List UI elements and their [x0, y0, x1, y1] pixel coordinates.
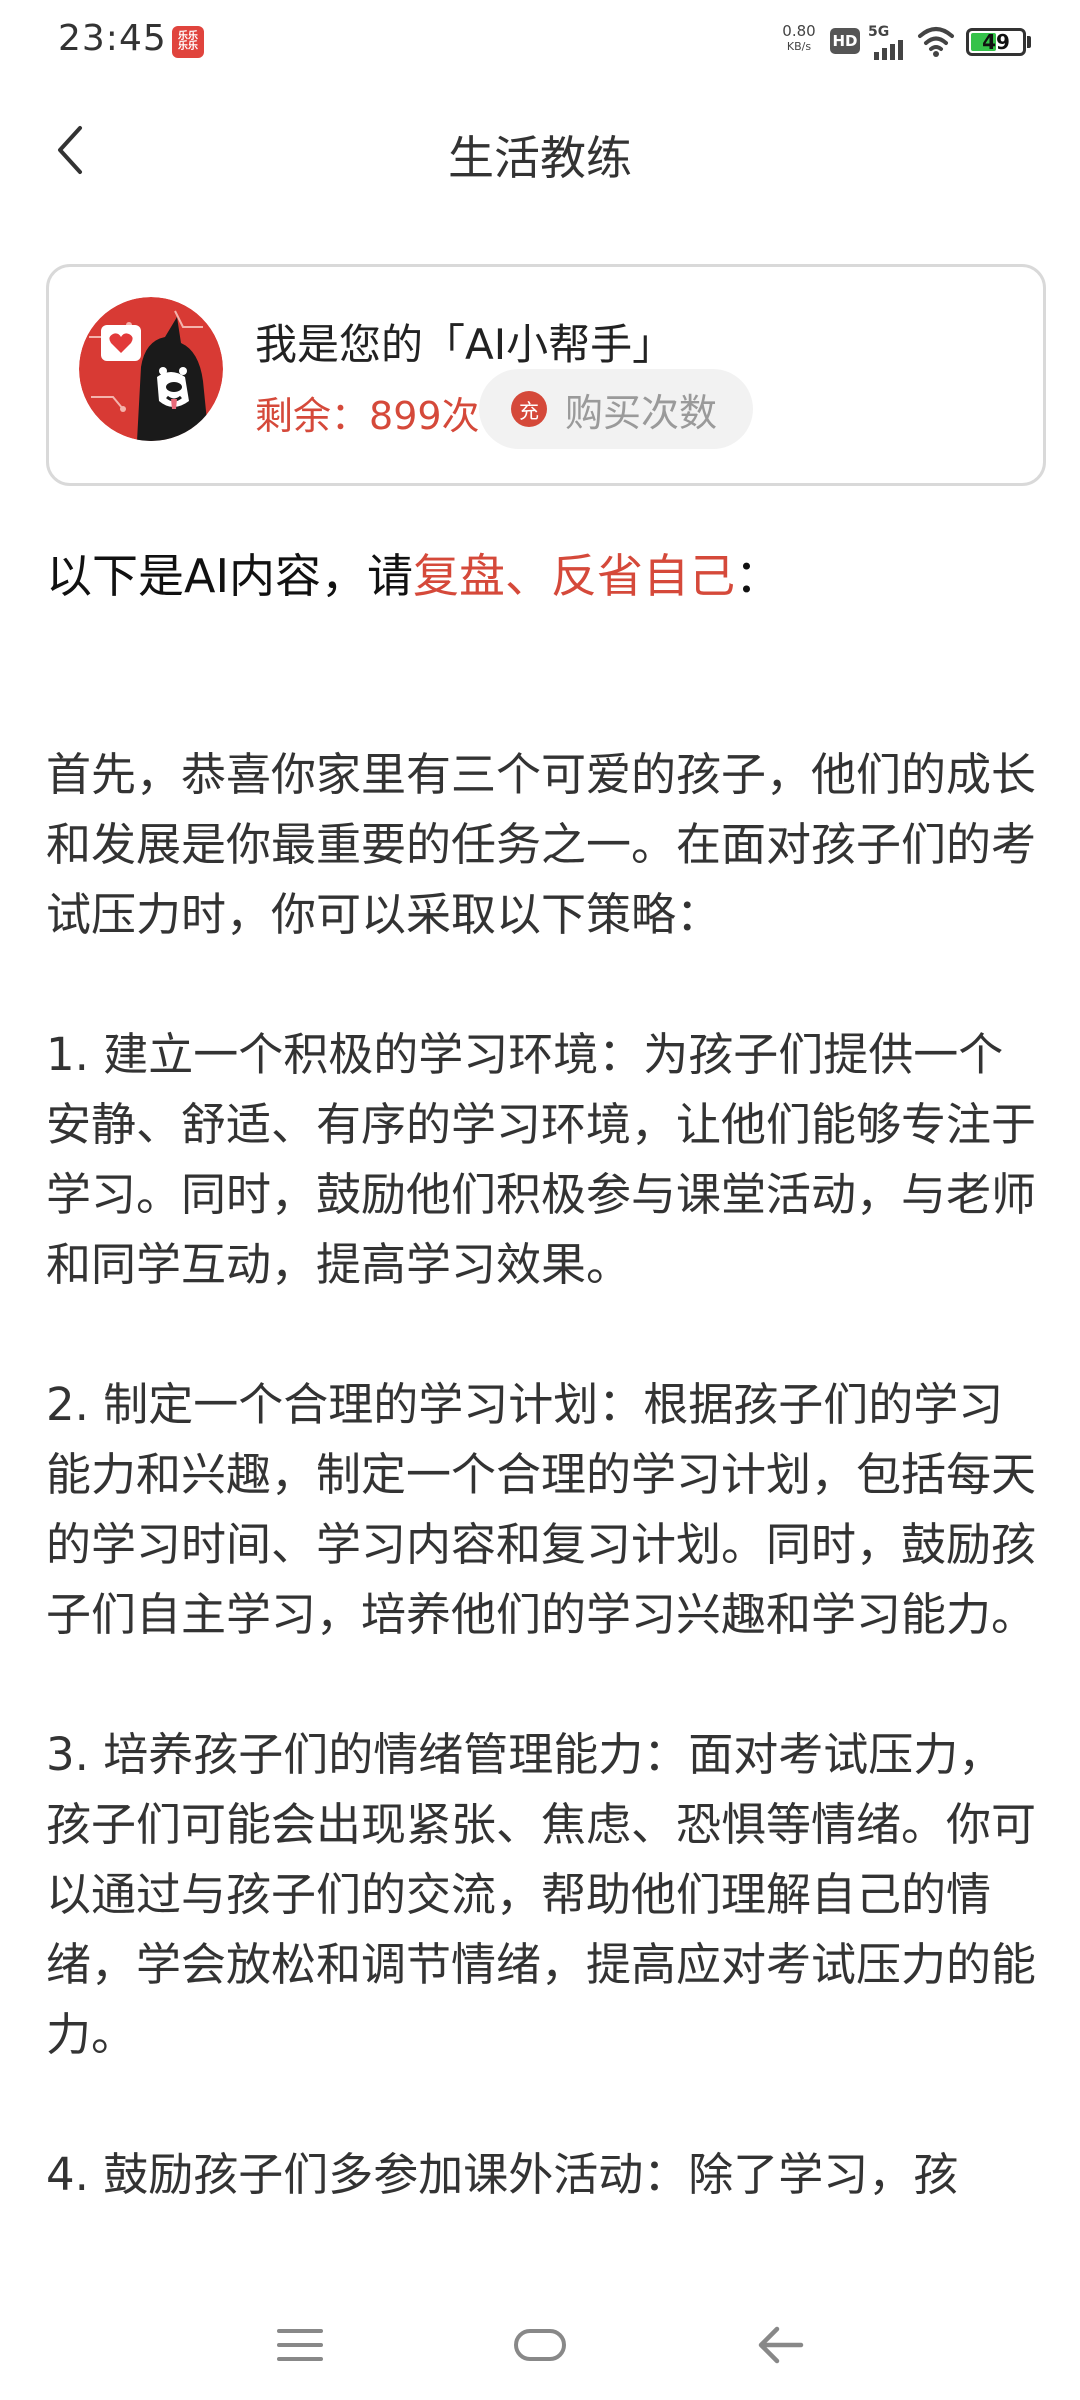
status-time: 23:45: [58, 18, 167, 59]
network-speed-unit: KB/s: [786, 40, 812, 53]
buy-count-button[interactable]: 充 购买次数: [479, 369, 753, 449]
content-paragraph: 3. 培养孩子们的情绪管理能力：面对考试压力，孩子们可能会出现紧张、焦虑、恐惧等…: [46, 1728, 1037, 2061]
recharge-icon: 充: [511, 391, 547, 427]
content-paragraph: 首先，恭喜你家里有三个可爱的孩子，他们的成长和发展是你最重要的任务之一。在面对孩…: [46, 748, 1037, 941]
buy-count-label: 购买次数: [565, 390, 718, 435]
remaining-label: 剩余：: [255, 394, 370, 438]
content-paragraph: 2. 制定一个合理的学习计划：根据孩子们的学习能力和兴趣，制定一个合理的学习计划…: [46, 1378, 1037, 1641]
ai-helper-title: 我是您的「AI小帮手」: [255, 320, 675, 369]
svg-text:5G: 5G: [868, 24, 889, 40]
ai-avatar-image: [79, 297, 223, 441]
app-notification-icon-text: 乐乐 乐乐: [178, 31, 198, 52]
intro-prefix: 以下是AI内容，请: [46, 549, 414, 603]
page-title: 生活教练: [448, 131, 632, 185]
content-paragraph: 1. 建立一个积极的学习环境：为孩子们提供一个安静、舒适、有序的学习环境，让他们…: [46, 1028, 1037, 1291]
content-paragraph: 4. 鼓励孩子们多参加课外活动：除了学习，孩: [46, 2148, 959, 2201]
system-navigation-bar: [0, 2290, 1080, 2400]
battery-level: 49: [982, 30, 1010, 54]
status-bar: 23:45 乐乐 乐乐 0.80 KB/s HD 5G 49: [0, 0, 1080, 84]
app-notification-icon: 乐乐 乐乐: [172, 26, 204, 58]
battery-icon: 49: [966, 28, 1032, 56]
home-icon: [514, 2329, 566, 2361]
intro-suffix: ：: [735, 549, 782, 603]
menu-icon: [277, 2329, 323, 2361]
nav-back-button[interactable]: [720, 2290, 840, 2400]
remaining-value: 899次: [369, 394, 480, 438]
ai-helper-card: 我是您的「AI小帮手」 剩余：899次 充 购买次数: [46, 264, 1046, 486]
ai-content: 首先，恭喜你家里有三个可爱的孩子，他们的成长和发展是你最重要的任务之一。在面对孩…: [46, 740, 1036, 2280]
remaining-count: 剩余：899次: [255, 385, 480, 440]
back-arrow-icon: [758, 2326, 804, 2364]
signal-5g-icon: 5G: [868, 22, 912, 66]
wifi-icon: [916, 26, 956, 62]
network-speed: 0.80 KB/s: [774, 24, 824, 54]
hd-icon: HD: [830, 28, 860, 54]
nav-home-button[interactable]: [480, 2290, 600, 2400]
network-speed-value: 0.80: [782, 22, 816, 40]
nav-menu-button[interactable]: [240, 2290, 360, 2400]
ai-content-intro: 以下是AI内容，请复盘、反省自己：: [46, 540, 1036, 606]
intro-highlight: 复盘、反省自己: [413, 549, 736, 603]
header: 生活教练: [0, 100, 1080, 210]
